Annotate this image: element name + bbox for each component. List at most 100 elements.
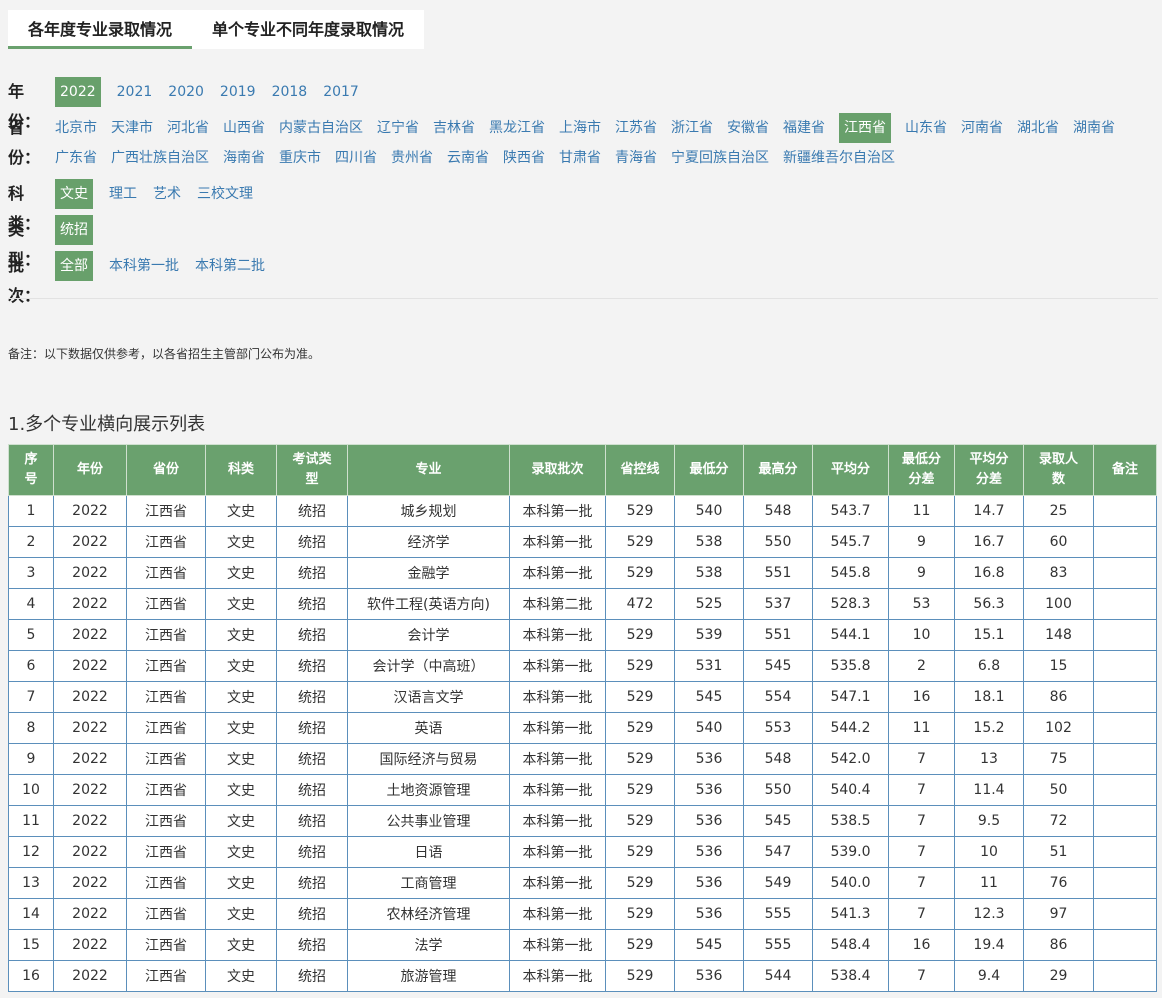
cell-exam-type: 统招 [276,557,348,589]
filter-option-batch[interactable]: 本科第二批 [195,251,265,281]
cell-major: 经济学 [347,526,510,558]
cell-year: 2022 [53,712,127,744]
tab-single-major-years[interactable]: 单个专业不同年度录取情况 [192,10,425,49]
cell-year: 2022 [53,929,127,961]
filter-option-province[interactable]: 湖北省 [1017,113,1059,143]
filter-option-year[interactable]: 2020 [168,77,204,107]
filter-option-province[interactable]: 河北省 [167,113,209,143]
cell-province: 江西省 [126,960,206,992]
cell-max-score: 548 [743,743,813,775]
cell-subject: 文史 [205,867,277,899]
cell-min-diff: 16 [888,929,955,961]
filter-option-province[interactable]: 广东省 [55,143,97,173]
cell-subject: 文史 [205,681,277,713]
table-row: 15 2022 江西省 文史 统招 法学 本科第一批 529 545 555 548.4 16 19.4… [8,929,1157,961]
filter-option-province[interactable]: 吉林省 [433,113,475,143]
cell-year: 2022 [53,588,127,620]
filter-option-type[interactable]: 统招 [55,215,93,245]
filter-option-year[interactable]: 2019 [220,77,256,107]
filter-option-year[interactable]: 2018 [272,77,308,107]
admission-results-table: 序号年份 省份 科类 考试类型专业 录取批次 省控线 最低分 最高分 平均分 最低分 分差 平均分 分差… [8,444,1157,992]
header-col-exam-type: 考试类型 [276,444,348,496]
filter-option-batch[interactable]: 全部 [55,251,93,281]
header-col-control-line: 省控线 [605,444,675,496]
filter-option-subject[interactable]: 文史 [55,179,93,209]
table-row: 5 2022 江西省 文史 统招 会计学 本科第一批 529 539 551 544.1 10 15.1… [8,619,1157,651]
cell-year: 2022 [53,743,127,775]
filter-option-subject[interactable]: 艺术 [153,179,181,209]
cell-remark [1093,929,1157,961]
cell-avg-diff: 12.3 [954,898,1024,930]
filter-option-province[interactable]: 山西省 [223,113,265,143]
filter-option-province[interactable]: 江苏省 [615,113,657,143]
filter-option-province[interactable]: 重庆市 [279,143,321,173]
cell-year: 2022 [53,836,127,868]
filter-option-province[interactable]: 陕西省 [503,143,545,173]
header-col-max-score: 最高分 [743,444,813,496]
filter-option-province[interactable]: 北京市 [55,113,97,143]
filter-option-province[interactable]: 新疆维吾尔自治区 [783,143,895,173]
cell-avg-score: 528.3 [812,588,889,620]
filter-option-province[interactable]: 内蒙古自治区 [279,113,363,143]
filter-option-subject[interactable]: 三校文理 [197,179,253,209]
filter-option-year[interactable]: 2022 [55,77,101,107]
filter-option-province[interactable]: 河南省 [961,113,1003,143]
filter-option-province[interactable]: 甘肃省 [559,143,601,173]
cell-index: 16 [8,960,54,992]
filter-option-province[interactable]: 江西省 [839,113,891,143]
cell-remark [1093,960,1157,992]
cell-year: 2022 [53,526,127,558]
cell-major: 金融学 [347,557,510,589]
filter-option-province[interactable]: 福建省 [783,113,825,143]
filter-label-batch: 批次： [8,256,41,305]
filter-option-province[interactable]: 上海市 [559,113,601,143]
filter-option-province[interactable]: 宁夏回族自治区 [671,143,769,173]
table-row: 9 2022 江西省 文史 统招 国际经济与贸易 本科第一批 529 536 548 542.0 7 1… [8,743,1157,775]
cell-min-score: 540 [674,495,744,527]
cell-avg-score: 535.8 [812,650,889,682]
cell-avg-diff: 18.1 [954,681,1024,713]
filter-option-province[interactable]: 云南省 [447,143,489,173]
cell-enrolled: 51 [1023,836,1094,868]
filter-option-province[interactable]: 安徽省 [727,113,769,143]
filter-option-province[interactable]: 贵州省 [391,143,433,173]
cell-batch: 本科第一批 [509,960,606,992]
filter-option-province[interactable]: 山东省 [905,113,947,143]
filter-options-province: 北京市 天津市 河北省 山西省 内蒙古自治区 辽宁省 吉林省 黑龙江省 上海市 江苏省 浙江省 安徽省… [55,113,1158,173]
cell-min-score: 545 [674,681,744,713]
cell-max-score: 554 [743,681,813,713]
cell-batch: 本科第一批 [509,495,606,527]
filter-option-province[interactable]: 海南省 [223,143,265,173]
tab-annual-majors[interactable]: 各年度专业录取情况 [8,10,193,49]
cell-index: 3 [8,557,54,589]
cell-year: 2022 [53,495,127,527]
cell-major: 汉语言文学 [347,681,510,713]
filter-option-province[interactable]: 天津市 [111,113,153,143]
filter-option-province[interactable]: 广西壮族自治区 [111,143,209,173]
cell-remark [1093,743,1157,775]
filter-option-province[interactable]: 湖南省 [1073,113,1115,143]
filter-option-province[interactable]: 浙江省 [671,113,713,143]
filter-option-batch[interactable]: 本科第一批 [109,251,179,281]
cell-control-line: 529 [605,929,675,961]
cell-index: 9 [8,743,54,775]
cell-index: 2 [8,526,54,558]
cell-major: 日语 [347,836,510,868]
cell-max-score: 545 [743,650,813,682]
filter-option-province[interactable]: 黑龙江省 [489,113,545,143]
cell-year: 2022 [53,650,127,682]
filter-option-year[interactable]: 2021 [117,77,153,107]
cell-enrolled: 97 [1023,898,1094,930]
filter-option-province[interactable]: 青海省 [615,143,657,173]
cell-remark [1093,867,1157,899]
table-row: 12 2022 江西省 文史 统招 日语 本科第一批 529 536 547 539.0 7 10 51 [8,836,1157,868]
cell-max-score: 555 [743,929,813,961]
cell-index: 11 [8,805,54,837]
cell-subject: 文史 [205,557,277,589]
cell-batch: 本科第一批 [509,805,606,837]
filter-option-province[interactable]: 四川省 [335,143,377,173]
cell-max-score: 551 [743,557,813,589]
filter-option-year[interactable]: 2017 [323,77,359,107]
filter-option-subject[interactable]: 理工 [109,179,137,209]
filter-option-province[interactable]: 辽宁省 [377,113,419,143]
